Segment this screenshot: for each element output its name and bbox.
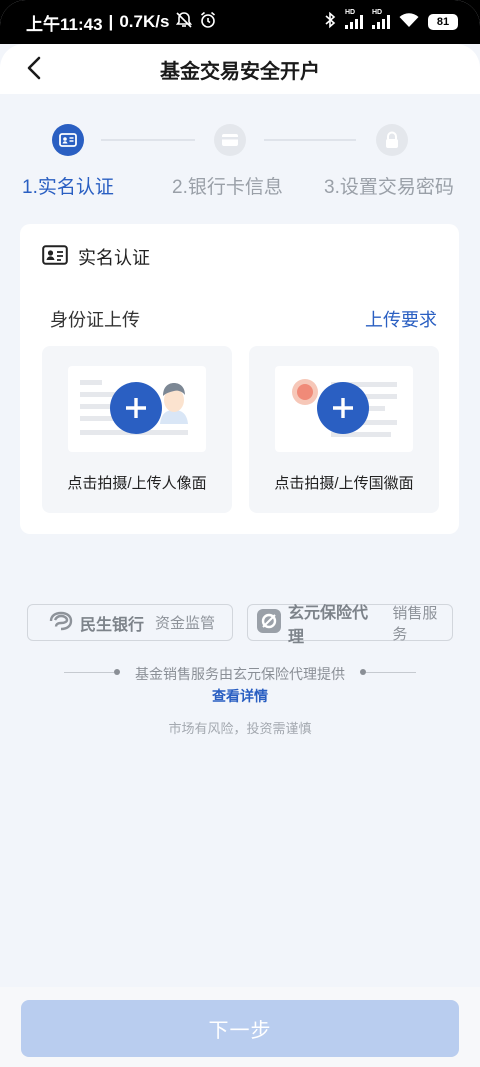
risk-warning: 市场有风险，投资需谨慎 (168, 721, 312, 736)
nav-header: 基金交易安全开户 (0, 44, 480, 94)
add-icon[interactable] (317, 382, 369, 434)
bank-logo-icon (48, 611, 74, 635)
wifi-icon (399, 12, 419, 33)
agency-name: 玄元保险代理 (288, 604, 369, 646)
add-icon[interactable] (110, 382, 162, 434)
id-card-icon (42, 244, 68, 270)
back-button[interactable] (16, 50, 52, 86)
step-3-lock-icon (376, 124, 408, 156)
upload-portrait-side[interactable]: 点击拍摄/上传人像面 (42, 346, 232, 513)
agency-tag: 销售服务 (392, 604, 438, 643)
agency-logo-icon (256, 608, 282, 638)
portrait-side-caption: 点击拍摄/上传人像面 (67, 475, 207, 492)
upload-requirements-link[interactable]: 上传要求 (365, 306, 437, 332)
step-2-bank-card-icon (214, 124, 246, 156)
bank-partner-badge: 民生银行 资金监管 (27, 604, 233, 641)
chevron-left-icon (27, 56, 41, 80)
status-time: 上午11:43 (26, 14, 103, 34)
status-bar: 上午11:43 | 0.7K/s HD HD 81 (0, 0, 480, 44)
bank-name: 民生银行 (80, 616, 145, 634)
mute-bell-icon (175, 11, 193, 34)
real-name-card: 实名认证 身份证上传 上传要求 点击拍摄/上传人像面 点击拍摄/上传国徽面 (20, 224, 459, 534)
step-1-label: 1.实名认证 (22, 177, 114, 198)
next-step-button[interactable]: 下一步 (21, 1000, 459, 1057)
bluetooth-icon (324, 11, 336, 34)
step-2-label: 2.银行卡信息 (172, 177, 283, 198)
page-title: 基金交易安全开户 (160, 60, 320, 83)
network-speed: 0.7K/s (119, 12, 170, 31)
signal-1-icon: HD (345, 9, 363, 29)
battery-icon: 81 (428, 14, 458, 30)
screen: 上午11:43 | 0.7K/s HD HD 81 基金交易安全开户 1.实名认… (0, 0, 480, 1067)
step-connector (101, 139, 195, 141)
view-details-link[interactable]: 查看详情 (0, 686, 480, 706)
provider-note: 基金销售服务由玄元保险代理提供 (135, 666, 345, 682)
upload-emblem-side[interactable]: 点击拍摄/上传国徽面 (249, 346, 439, 513)
signal-2-icon: HD (372, 9, 390, 29)
alarm-icon (199, 11, 217, 34)
bank-tag: 资金监管 (155, 615, 216, 632)
agency-partner-badge: 玄元保险代理 销售服务 (247, 604, 453, 646)
emblem-side-caption: 点击拍摄/上传国徽面 (274, 475, 414, 492)
step-connector (264, 139, 356, 141)
step-3-label: 3.设置交易密码 (324, 177, 454, 198)
step-1-id-card-icon (52, 124, 84, 156)
card-title: 实名认证 (78, 248, 150, 268)
id-upload-label: 身份证上传 (50, 310, 140, 330)
